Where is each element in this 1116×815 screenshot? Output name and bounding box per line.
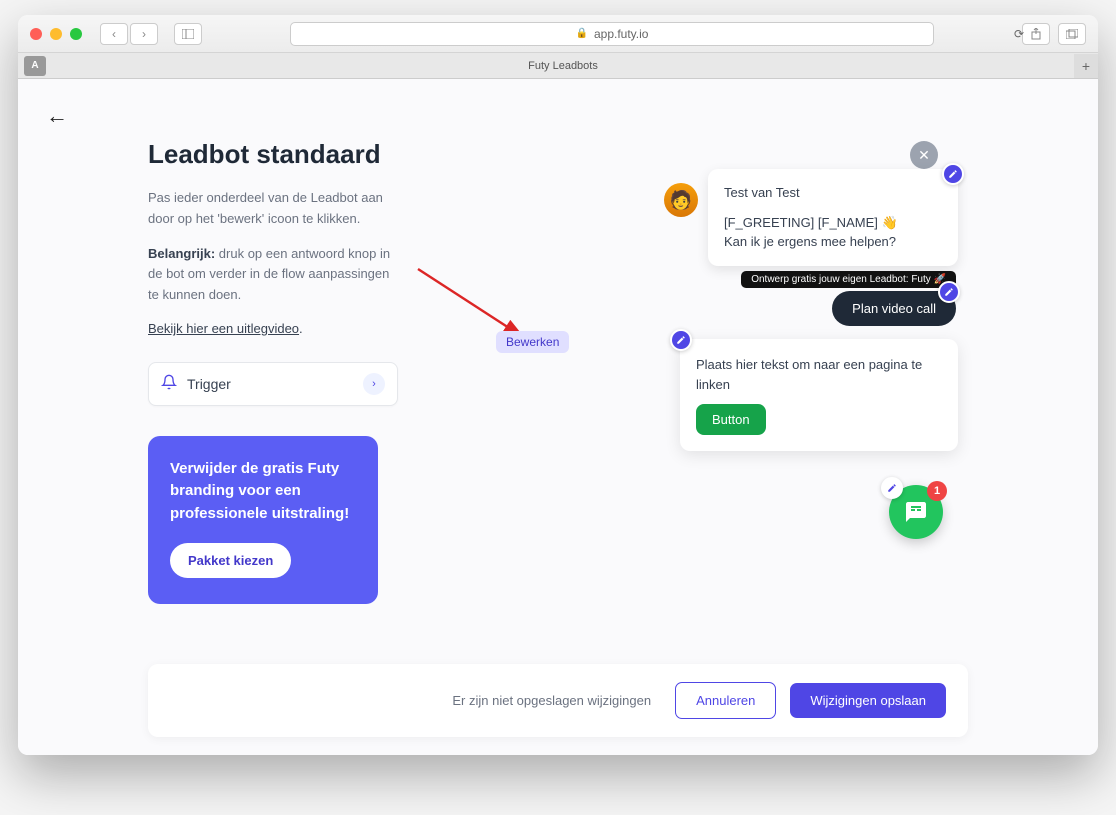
link-card: Plaats hier tekst om naar een pagina te … — [680, 339, 958, 451]
sidebar-toggle-button[interactable] — [174, 23, 202, 45]
tab-bar: A Futy Leadbots + — [18, 53, 1098, 79]
app-content: ← Leadbot standaard Pas ieder onderdeel … — [18, 79, 1098, 755]
reload-icon[interactable]: ⟳ — [1014, 27, 1024, 41]
new-tab-button[interactable]: + — [1074, 54, 1098, 78]
url-bar[interactable]: 🔒 app.futy.io ⟳ — [290, 22, 934, 46]
back-arrow-icon[interactable]: ← — [46, 103, 68, 129]
cancel-button[interactable]: Annuleren — [675, 682, 776, 719]
bot-message-card: Test van Test [F_GREETING] [F_NAME] 👋 Ka… — [708, 169, 958, 266]
edit-link-card-button[interactable] — [670, 329, 692, 351]
edit-plan-button[interactable] — [938, 281, 960, 303]
footer-bar: Er zijn niet opgeslagen wijzigingen Annu… — [148, 664, 968, 737]
tab-favicon: A — [24, 56, 46, 76]
forward-button[interactable]: › — [130, 23, 158, 45]
msg-title: Test van Test — [724, 183, 942, 203]
video-link[interactable]: Bekijk hier een uitlegvideo — [148, 321, 299, 336]
save-button[interactable]: Wijzigingen opslaan — [790, 683, 946, 718]
promo-text: Verwijder de gratis Futy branding voor e… — [170, 458, 356, 526]
description-2: Belangrijk: druk op een antwoord knop in… — [148, 244, 398, 306]
nav-buttons: ‹ › — [100, 23, 158, 45]
tabs-button[interactable] — [1058, 23, 1086, 45]
chat-fab[interactable]: 1 — [889, 485, 943, 539]
minimize-window-button[interactable] — [50, 28, 62, 40]
link-card-button[interactable]: Button — [696, 404, 766, 435]
bell-icon — [161, 374, 177, 393]
window-controls — [30, 28, 82, 40]
promo-card: Verwijder de gratis Futy branding voor e… — [148, 436, 378, 605]
trigger-row[interactable]: Trigger › — [148, 362, 398, 406]
lock-icon: 🔒 — [576, 28, 588, 39]
url-text: app.futy.io — [594, 27, 648, 41]
close-window-button[interactable] — [30, 28, 42, 40]
browser-window: ‹ › 🔒 app.futy.io ⟳ A Futy Leadbots + ← — [18, 15, 1098, 755]
description-2-strong: Belangrijk: — [148, 246, 215, 261]
tab-title[interactable]: Futy Leadbots — [52, 60, 1074, 72]
page-title: Leadbot standaard — [148, 139, 398, 170]
chat-badge-count: 1 — [927, 481, 947, 501]
edit-tooltip: Bewerken — [496, 331, 569, 353]
msg-line1: [F_GREETING] [F_NAME] 👋 — [724, 213, 942, 233]
chevron-right-icon: › — [363, 373, 385, 395]
plan-video-call-button[interactable]: Plan video call — [832, 291, 956, 326]
share-button[interactable] — [1022, 23, 1050, 45]
unsaved-message: Er zijn niet opgeslagen wijzigingen — [170, 693, 661, 708]
chat-icon — [904, 500, 928, 524]
description-1: Pas ieder onderdeel van de Leadbot aan d… — [148, 188, 398, 230]
edit-chat-fab-button[interactable] — [881, 477, 903, 499]
trigger-label: Trigger — [187, 376, 231, 392]
msg-line2: Kan ik je ergens mee helpen? — [724, 232, 942, 252]
close-preview-button[interactable]: ✕ — [910, 141, 938, 169]
back-button[interactable]: ‹ — [100, 23, 128, 45]
plan-btn-label: Plan video call — [852, 301, 936, 316]
link-card-text: Plaats hier tekst om naar een pagina te … — [696, 355, 942, 394]
titlebar: ‹ › 🔒 app.futy.io ⟳ — [18, 15, 1098, 53]
branding-pill: Ontwerp gratis jouw eigen Leadbot: Futy … — [741, 271, 956, 288]
promo-button[interactable]: Pakket kiezen — [170, 543, 291, 578]
maximize-window-button[interactable] — [70, 28, 82, 40]
left-column: Leadbot standaard Pas ieder onderdeel va… — [148, 139, 398, 699]
edit-message-button[interactable] — [942, 163, 964, 185]
bot-avatar: 🧑 — [664, 183, 698, 217]
preview-area: ✕ 🧑 Test van Test [F_GREETING] [F_NAME] … — [438, 139, 1098, 699]
